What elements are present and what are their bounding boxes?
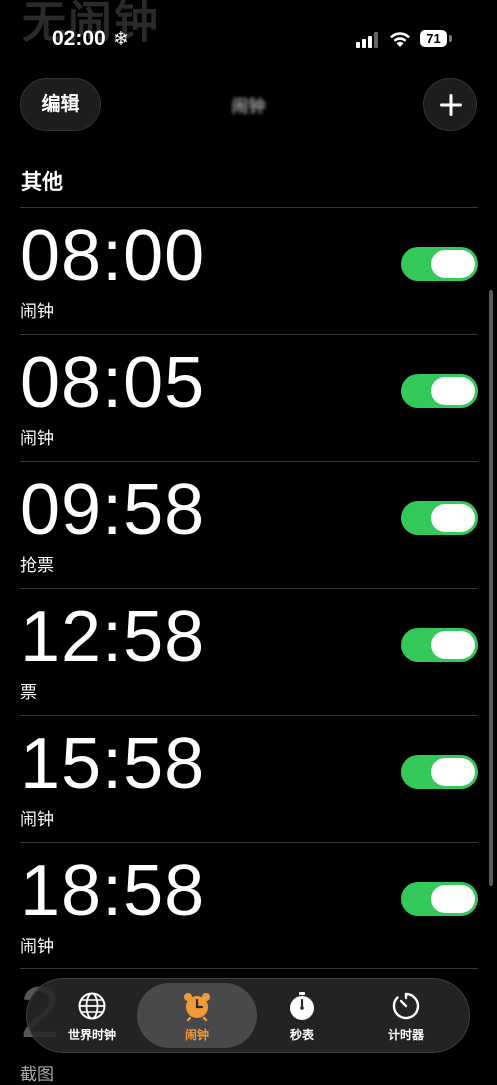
alarm-list: 08:00 闹钟 08:05 闹钟 09:58 抢票 12:58 票 15:58… (20, 207, 478, 969)
tab-world-clock[interactable]: 世界时钟 (37, 979, 147, 1052)
toggle-knob (431, 504, 475, 532)
partial-alarm-label: 截图 (20, 1065, 54, 1085)
alarm-row[interactable]: 12:58 票 (20, 588, 478, 715)
alarm-toggle[interactable] (401, 501, 478, 535)
section-title: 其他 (21, 170, 63, 194)
plus-icon (440, 94, 462, 116)
alarm-time: 09:58 (20, 470, 206, 550)
status-bar: 02:00 ❄ 71 (0, 0, 497, 80)
scrollbar[interactable] (489, 290, 493, 886)
tab-label: 计时器 (387, 1028, 424, 1042)
alarm-toggle[interactable] (401, 374, 478, 408)
toggle-knob (431, 250, 475, 278)
alarm-row[interactable]: 08:05 闹钟 (20, 334, 478, 461)
tab-label: 世界时钟 (67, 1028, 116, 1042)
alarm-label: 闹钟 (20, 429, 54, 449)
alarm-time: 08:00 (20, 216, 206, 296)
alarm-toggle[interactable] (401, 882, 478, 916)
alarm-toggle[interactable] (401, 755, 478, 789)
snowflake-icon: ❄ (113, 28, 129, 50)
alarm-label: 闹钟 (20, 937, 54, 957)
tab-label: 秒表 (289, 1028, 314, 1042)
toggle-knob (431, 885, 475, 913)
alarm-time: 18:58 (20, 851, 206, 931)
battery-tip (449, 35, 452, 42)
wifi-icon (390, 32, 410, 47)
alarm-label: 闹钟 (20, 302, 54, 322)
alarm-toggle[interactable] (401, 628, 478, 662)
toggle-knob (431, 377, 475, 405)
cellular-signal-icon (356, 32, 380, 48)
tab-label: 闹钟 (184, 1028, 209, 1042)
stopwatch-icon (290, 992, 314, 1020)
timer-icon (392, 992, 420, 1020)
tab-alarm[interactable]: 闹钟 (137, 983, 257, 1048)
globe-icon (78, 992, 106, 1020)
alarm-toggle[interactable] (401, 247, 478, 281)
toggle-knob (431, 758, 475, 786)
alarm-label: 闹钟 (20, 810, 54, 830)
battery-indicator: 71 (420, 30, 447, 47)
add-alarm-button[interactable] (423, 78, 477, 131)
tab-bar: 世界时钟 闹钟 秒表 计时器 (26, 978, 470, 1053)
tab-timer[interactable]: 计时器 (351, 979, 461, 1052)
alarm-clock-icon (184, 993, 210, 1021)
alarm-row[interactable]: 08:00 闹钟 (20, 207, 478, 334)
alarm-time: 12:58 (20, 597, 206, 677)
alarm-label: 票 (20, 683, 37, 703)
alarm-row[interactable]: 15:58 闹钟 (20, 715, 478, 842)
alarm-row[interactable]: 18:58 闹钟 (20, 842, 478, 969)
alarm-time: 08:05 (20, 343, 206, 423)
alarm-time: 15:58 (20, 724, 206, 804)
tab-stopwatch[interactable]: 秒表 (247, 979, 357, 1052)
alarm-label: 抢票 (20, 556, 54, 576)
toggle-knob (431, 631, 475, 659)
status-time: 02:00 (52, 27, 106, 50)
alarm-row[interactable]: 09:58 抢票 (20, 461, 478, 588)
